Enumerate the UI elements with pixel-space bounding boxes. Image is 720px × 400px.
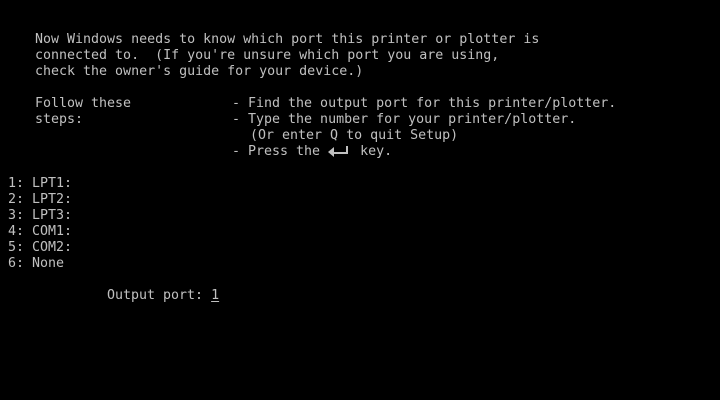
step-find-port: - Find the output port for this printer/… xyxy=(232,96,617,111)
setup-screen: Now Windows needs to know which port thi… xyxy=(0,0,720,400)
step-press-enter: - Press the key. xyxy=(232,144,392,160)
intro-text-line-1: Now Windows needs to know which port thi… xyxy=(35,32,540,47)
step-press-enter-suffix: key. xyxy=(360,144,393,159)
step-quit-note: (Or enter Q to quit Setup) xyxy=(250,128,459,143)
port-option-lpt1: 1: LPT1: xyxy=(8,176,73,191)
output-port-label: Output port: xyxy=(107,288,204,303)
port-option-none: 6: None xyxy=(8,256,65,271)
intro-text-line-2: connected to. (If you're unsure which po… xyxy=(35,48,500,63)
output-port-prompt: Output port: 1 xyxy=(107,288,219,304)
port-option-lpt2: 2: LPT2: xyxy=(8,192,73,207)
output-port-input[interactable]: 1 xyxy=(211,288,219,303)
port-option-lpt3: 3: LPT3: xyxy=(8,208,73,223)
steps-label-line-1: Follow these xyxy=(35,96,132,111)
port-option-com1: 4: COM1: xyxy=(8,224,73,239)
intro-text-line-3: check the owner's guide for your device.… xyxy=(35,64,364,79)
step-press-enter-prefix: - Press the xyxy=(232,144,321,159)
enter-key-icon xyxy=(328,144,352,158)
steps-label-line-2: steps: xyxy=(35,112,84,127)
step-type-number: - Type the number for your printer/plott… xyxy=(232,112,577,127)
port-option-com2: 5: COM2: xyxy=(8,240,73,255)
